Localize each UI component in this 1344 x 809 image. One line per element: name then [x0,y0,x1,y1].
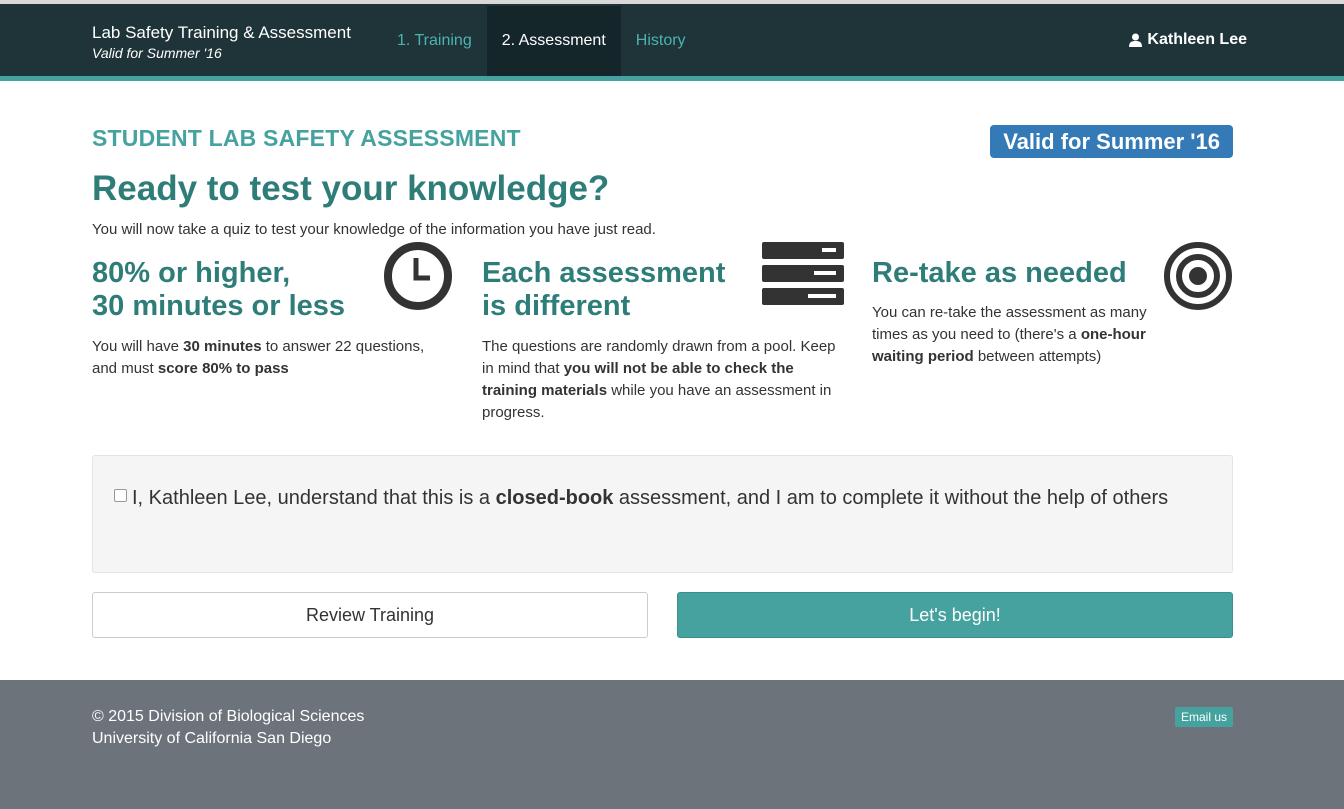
feature-time-limit: 80% or higher, 30 minutes or less You wi… [92,242,452,380]
tab-history[interactable]: History [621,6,701,76]
user-icon [1129,33,1143,47]
brand[interactable]: Lab Safety Training & Assessment Valid f… [92,22,351,62]
feature-retake: Re-take as needed You can re-take the as… [872,242,1232,368]
user-name: Kathleen Lee [1147,31,1247,48]
intro-text: You will now take a quiz to test your kn… [92,221,656,238]
main-nav: 1. Training 2. Assessment History [382,6,701,76]
valid-badge: Valid for Summer '16 [990,125,1233,158]
app-subtitle: Valid for Summer '16 [92,45,222,61]
review-training-button[interactable]: Review Training [92,592,648,638]
feature-desc: The questions are randomly drawn from a … [482,338,836,421]
user-menu[interactable]: Kathleen Lee [1129,4,1247,76]
footer-copyright: © 2015 Division of Biological Sciences [92,708,365,725]
page-eyebrow: STUDENT LAB SAFETY ASSESSMENT [92,125,521,151]
tab-training[interactable]: 1. Training [382,6,487,76]
feature-desc: You will have 30 minutes to answer 22 qu… [92,338,425,377]
acknowledgement-checkbox[interactable] [114,489,127,502]
target-icon [1164,242,1232,310]
footer: © 2015 Division of Biological Sciences U… [0,680,1344,809]
server-stack-icon [762,242,844,305]
begin-assessment-button[interactable]: Let's begin! [677,592,1233,638]
acknowledgement-panel: I, Kathleen Lee, understand that this is… [92,455,1233,573]
navbar: Lab Safety Training & Assessment Valid f… [0,4,1344,81]
tab-assessment[interactable]: 2. Assessment [486,6,621,76]
acknowledgement-label[interactable]: I, Kathleen Lee, understand that this is… [132,484,1192,513]
page-title: Ready to test your knowledge? [92,169,610,208]
clock-icon [384,242,452,310]
app-title: Lab Safety Training & Assessment [92,23,351,42]
footer-credits: © 2015 Division of Biological Sciences U… [92,706,364,750]
feature-desc: You can re-take the assessment as many t… [872,304,1147,365]
main-content: STUDENT LAB SAFETY ASSESSMENT Valid for … [0,81,1344,678]
footer-university: University of California San Diego [92,730,332,747]
email-us-button[interactable]: Email us [1174,707,1233,727]
feature-randomized: Each assessment is different The questio… [482,242,844,424]
